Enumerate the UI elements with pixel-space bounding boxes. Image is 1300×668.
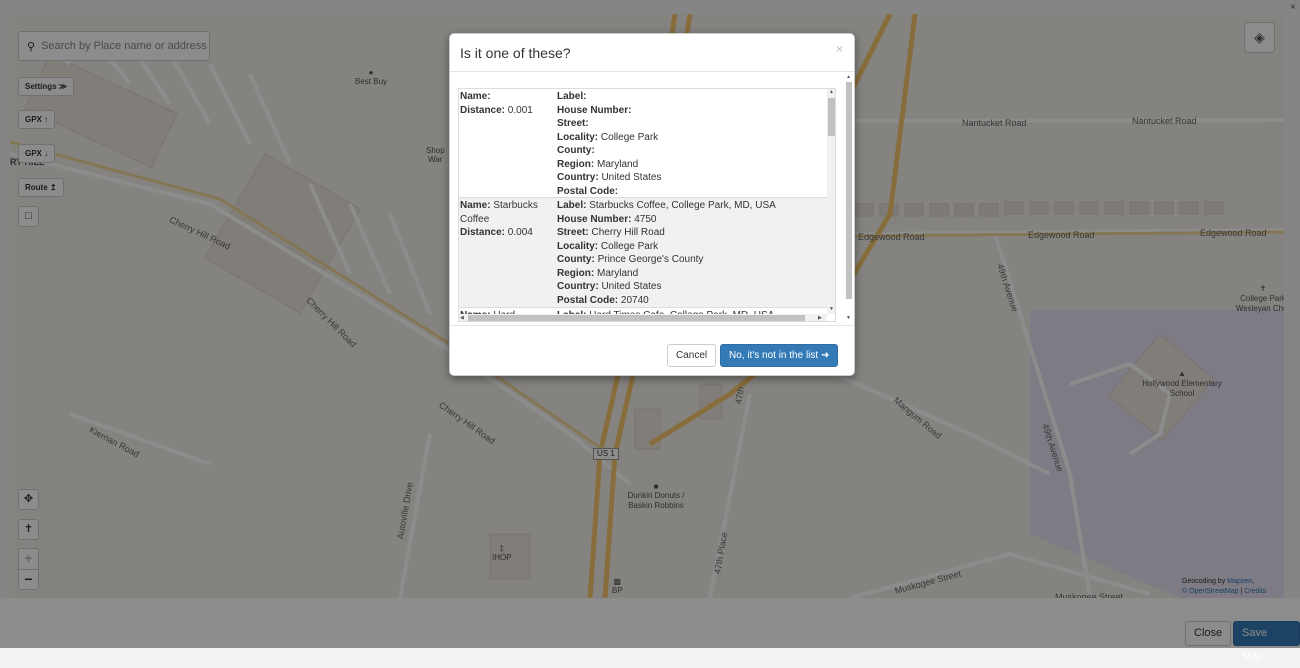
modal-scrollbar[interactable]: ▲ ▼ (845, 74, 853, 323)
scrollbar-thumb[interactable] (828, 98, 835, 136)
results-table[interactable]: Name: Distance: 0.001 Label: House Numbe… (458, 88, 836, 322)
not-in-list-button[interactable]: No, it's not in the list ➜ (720, 344, 839, 367)
modal-footer: Cancel No, it's not in the list ➜ (450, 325, 854, 375)
scroll-up-icon[interactable]: ▲ (829, 89, 834, 95)
modal-header: Is it one of these? × (450, 34, 854, 72)
scroll-left-icon[interactable]: ◀ (460, 315, 464, 321)
table-horizontal-scrollbar[interactable]: ◀ ▶ (459, 314, 827, 321)
scroll-up-icon[interactable]: ▲ (846, 74, 851, 80)
table-vertical-scrollbar[interactable]: ▲ ▼ (827, 89, 835, 314)
result-row[interactable]: Name: Starbucks Coffee Distance: 0.004 L… (459, 198, 827, 308)
geocode-results-modal: Is it one of these? × ▲ ▼ Name: Distance… (449, 33, 855, 376)
modal-body[interactable]: ▲ ▼ Name: Distance: 0.001 Label: House N… (450, 72, 854, 325)
scrollbar-thumb[interactable] (846, 82, 852, 299)
result-row[interactable]: Name: Distance: 0.001 Label: House Numbe… (459, 89, 827, 198)
scroll-down-icon[interactable]: ▼ (829, 306, 834, 312)
scroll-right-icon[interactable]: ▶ (818, 315, 822, 321)
scrollbar-thumb[interactable] (468, 315, 805, 321)
modal-title: Is it one of these? (460, 45, 571, 61)
modal-close-icon[interactable]: × (836, 42, 843, 56)
scroll-down-icon[interactable]: ▼ (846, 315, 851, 321)
cancel-button[interactable]: Cancel (667, 344, 717, 367)
